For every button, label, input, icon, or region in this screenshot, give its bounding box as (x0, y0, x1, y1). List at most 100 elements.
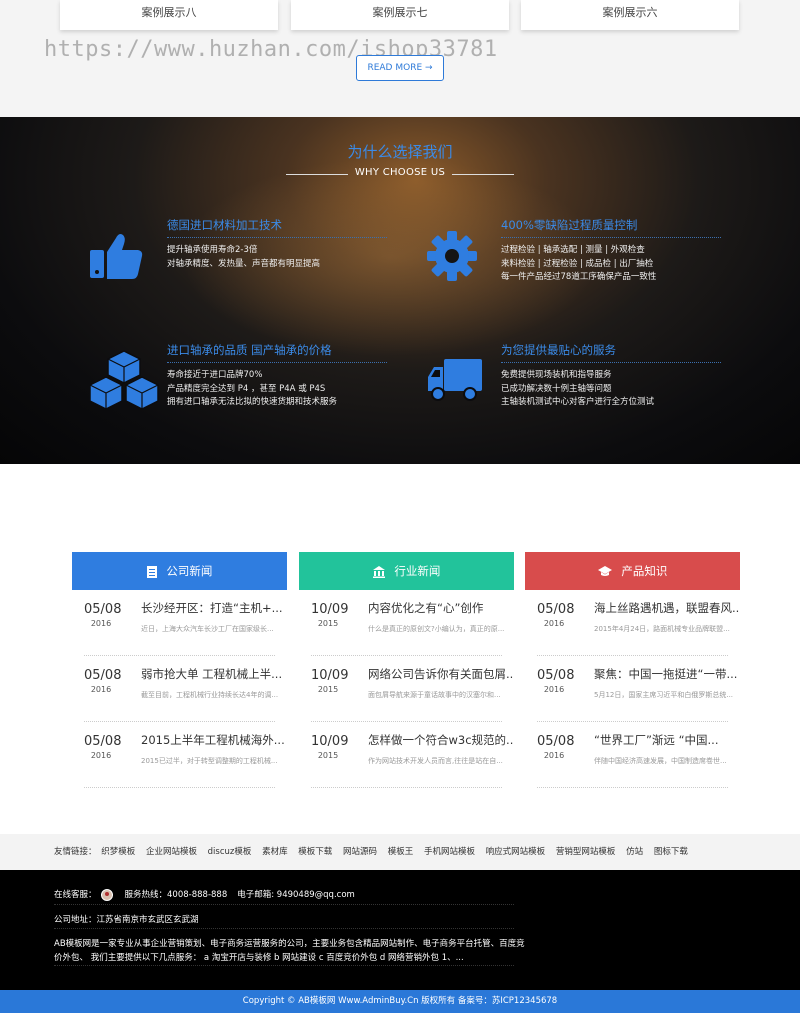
gear-icon (427, 231, 477, 281)
feature-line: 寿命接近于进口品牌70% (167, 370, 263, 380)
feature-title: 400%零缺陷过程质量控制 (501, 217, 721, 238)
feature-line: 来料检验 | 过程检验 | 成品检 | 出厂抽检 (501, 258, 654, 269)
friend-link[interactable]: 模板下载 (298, 847, 332, 857)
news-item[interactable]: 10/09 2015 怎样做一个符合w3c规范的... 作为网站技术开发人员而言,… (311, 722, 514, 788)
news-date-year: 2016 (543, 751, 565, 760)
feature-line: 提升轴承使用寿命2-3倍 (167, 245, 258, 255)
cubes-icon (89, 350, 159, 410)
case-card[interactable]: 案例展示八 (60, 0, 278, 30)
friend-link[interactable]: 图标下载 (654, 847, 688, 857)
case-card[interactable]: 案例展示七 (291, 0, 509, 30)
divider-line (452, 174, 514, 175)
news-column-header[interactable]: 公司新闻 (72, 552, 287, 590)
news-column-title: 行业新闻 (394, 564, 441, 578)
friend-link[interactable]: 网站源码 (343, 847, 377, 857)
news-item[interactable]: 05/08 2016 2015上半年工程机械海外... 2015已过半，对于转型调… (84, 722, 285, 788)
friend-link[interactable]: 仿站 (626, 847, 643, 857)
site-footer: 在线客服： 服务热线：4008-888-888 电子邮箱: 9490489@qq.c… (0, 870, 800, 990)
friend-link[interactable]: 织梦模板 (101, 847, 135, 857)
news-summary: 什么是真正的原创文?小编认为，真正的原... (368, 625, 505, 633)
news-date-md: 05/08 (537, 602, 575, 617)
news-date: 05/08 2016 (84, 734, 122, 760)
news-title[interactable]: 怎样做一个符合w3c规范的... (368, 732, 514, 748)
news-item[interactable]: 10/09 2015 网络公司告诉你有关面包屑... 面包屑导航来源于童话故事中的… (311, 656, 514, 722)
friend-links-label: 友情链接： (54, 847, 97, 857)
friend-link[interactable]: 营销型网站模板 (556, 847, 616, 857)
news-date-year: 2016 (90, 619, 112, 628)
news-column-company: 公司新闻 05/08 2016 长沙经开区：打造“主机+... 近日，上海大众汽车… (72, 552, 287, 788)
news-column-header[interactable]: 产品知识 (525, 552, 740, 590)
news-summary: 面包屑导航来源于童话故事中的汉塞尔和... (368, 691, 501, 699)
graduation-cap-icon (597, 566, 612, 576)
read-more-button[interactable]: READ MORE → (356, 55, 444, 81)
news-item[interactable]: 05/08 2016 “世界工厂”渐远 “中国... 伴随中国经济高速发展，中国制… (537, 722, 728, 788)
news-item[interactable]: 05/08 2016 弱市抢大单 工程机械上半... 截至目前，工程机械行业持续长… (84, 656, 282, 722)
feature-line: 已成功解决数十例主轴等问题 (501, 383, 612, 394)
intro-text-line: AB模板网是一家专业从事企业营销策划、电子商务运营服务的公司，主要业务包含精品网… (54, 939, 525, 949)
news-date-md: 05/08 (84, 734, 122, 749)
feature-line: 产品精度完全达到 P4 ，甚至 P4A 或 P4S (167, 383, 326, 394)
news-item[interactable]: 10/09 2015 内容优化之有“心”创作 什么是真正的原创文?小编认为，真正的… (311, 590, 504, 656)
feature-item: 进口轴承的品质 国产轴承的价格 寿命接近于进口品牌70% 产品精度完全达到 P4… (167, 342, 387, 410)
feature-line: 对轴承精度、发热量、声音都有明显提高 (167, 258, 321, 269)
news-title[interactable]: 海上丝路遇机遇，联盟春风... (594, 600, 740, 616)
feature-line: 过程检验 | 轴承选配 | 测量 | 外观检查 (501, 245, 645, 255)
news-date-md: 05/08 (537, 734, 575, 749)
news-item[interactable]: 05/08 2016 长沙经开区：打造“主机+... 近日，上海大众汽车长沙工厂在… (84, 590, 283, 656)
news-column-header[interactable]: 行业新闻 (299, 552, 514, 590)
feature-line: 每一件产品经过78道工序确保产品一致性 (501, 272, 657, 282)
online-service-label: 在线客服： (54, 890, 97, 900)
news-title[interactable]: 聚焦：中国一拖挺进“一带... (594, 666, 740, 682)
news-date-md: 05/08 (537, 668, 575, 683)
case-card-label: 案例展示六 (602, 6, 658, 19)
feature-title: 进口轴承的品质 国产轴承的价格 (167, 342, 387, 363)
friend-link[interactable]: 模板王 (388, 847, 414, 857)
footer-contact-row: 在线客服： 服务热线：4008-888-888 电子邮箱: 9490489@qq.c… (54, 888, 514, 901)
news-date: 10/09 2015 (311, 734, 348, 760)
news-column-industry: 行业新闻 10/09 2015 内容优化之有“心”创作 什么是真正的原创文?小编认… (299, 552, 514, 788)
footer-divider (54, 965, 514, 966)
news-date-year: 2016 (543, 619, 565, 628)
friend-link[interactable]: 响应式网站模板 (486, 847, 546, 857)
divider-line (286, 174, 348, 175)
bank-icon (372, 565, 385, 578)
why-choose-us-section: 为什么选择我们 WHY CHOOSE US 德国进口材料加工技术 提升轴承使用寿… (0, 117, 800, 464)
email-text: 电子邮箱: 9490489@qq.com (237, 890, 355, 900)
news-date: 05/08 2016 (537, 602, 575, 628)
news-date-md: 05/08 (84, 602, 122, 617)
case-showcase-section: 案例展示八 案例展示七 案例展示六 https://www.huzhan.com… (0, 0, 800, 117)
news-date: 05/08 2016 (537, 668, 575, 694)
section-title: 为什么选择我们 (347, 143, 453, 161)
news-title[interactable]: “世界工厂”渐远 “中国... (594, 732, 740, 748)
news-column-product: 产品知识 05/08 2016 海上丝路遇机遇，联盟春风... 2015年4月24… (525, 552, 740, 788)
friend-link[interactable]: 手机网站模板 (424, 847, 475, 857)
news-title[interactable]: 长沙经开区：打造“主机+... (141, 600, 287, 616)
news-summary: 2015已过半，对于转型调整期的工程机械... (141, 757, 278, 765)
qq-avatar-icon[interactable] (100, 888, 113, 901)
feature-line: 拥有进口轴承无法比拟的快速货期和技术服务 (167, 397, 338, 407)
news-date: 10/09 2015 (311, 668, 348, 694)
news-item[interactable]: 05/08 2016 聚焦：中国一拖挺进“一带... 5月12日，国家主席习近平和… (537, 656, 737, 722)
news-date: 05/08 2016 (84, 602, 122, 628)
address-text: 公司地址：江苏省南京市玄武区玄武湖 (54, 915, 199, 925)
news-title[interactable]: 内容优化之有“心”创作 (368, 600, 514, 616)
feature-item: 400%零缺陷过程质量控制 过程检验 | 轴承选配 | 测量 | 外观检查 来料… (501, 217, 721, 285)
news-title[interactable]: 弱市抢大单 工程机械上半... (141, 666, 287, 682)
news-date-year: 2016 (90, 751, 112, 760)
thumbs-up-icon (90, 234, 143, 279)
news-date-md: 10/09 (311, 602, 349, 617)
feature-item: 为您提供最贴心的服务 免费提供现场装机和指导服务 已成功解决数十例主轴等问题 主… (501, 342, 721, 410)
friend-link[interactable]: 企业网站模板 (146, 847, 197, 857)
news-item[interactable]: 05/08 2016 海上丝路遇机遇，联盟春风... 2015年4月24日，路面机… (537, 590, 740, 656)
footer-divider (54, 928, 514, 929)
friend-link[interactable]: discuz模板 (208, 847, 252, 857)
news-summary: 2015年4月24日，路面机械专业品牌联盟... (594, 625, 730, 633)
news-title[interactable]: 2015上半年工程机械海外... (141, 732, 287, 748)
news-date-year: 2015 (317, 619, 339, 628)
news-title[interactable]: 网络公司告诉你有关面包屑... (368, 666, 514, 682)
case-card[interactable]: 案例展示六 (521, 0, 739, 30)
friend-link[interactable]: 素材库 (262, 847, 288, 857)
news-column-title: 公司新闻 (166, 564, 213, 578)
subtitle-text: WHY CHOOSE US (354, 167, 446, 178)
section-subtitle: WHY CHOOSE US (286, 167, 514, 178)
